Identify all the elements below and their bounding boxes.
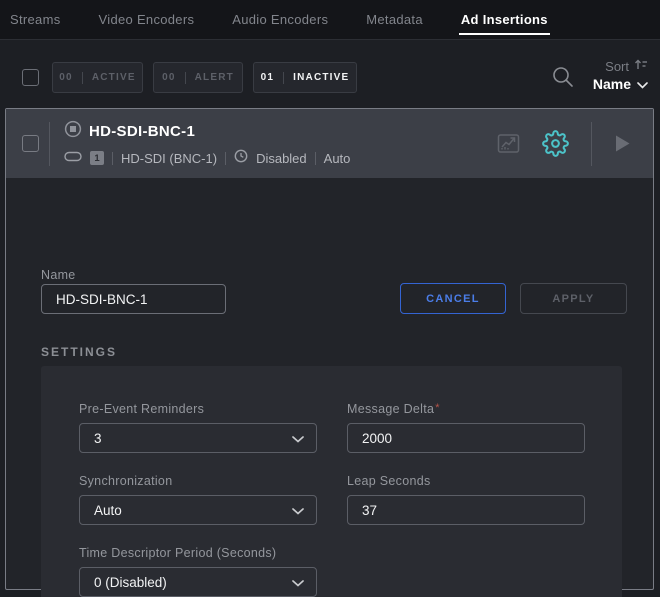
search-icon[interactable]: [550, 64, 576, 90]
statistics-chart-icon[interactable]: [497, 132, 520, 155]
card-identity: HD-SDI-BNC-1 1 HD-SDI (BNC-1): [64, 120, 350, 168]
meta-separator: [225, 152, 226, 165]
synchronization-select[interactable]: Auto: [79, 495, 317, 525]
field-synchronization: Synchronization Auto: [79, 474, 317, 525]
filter-separator: [82, 72, 83, 84]
chevron-down-icon: [292, 503, 304, 518]
select-all-checkbox[interactable]: [22, 69, 39, 86]
card-source: HD-SDI (BNC-1): [121, 151, 217, 166]
field-time-descriptor-period: Time Descriptor Period (Seconds) 0 (Disa…: [79, 546, 317, 597]
ad-insertion-card: HD-SDI-BNC-1 1 HD-SDI (BNC-1): [5, 108, 654, 590]
tab-ad-insertions[interactable]: Ad Insertions: [459, 0, 550, 39]
select-value: 0 (Disabled): [94, 575, 167, 590]
settings-panel: Pre-Event Reminders 3 Message Delta*: [41, 366, 622, 597]
apply-button[interactable]: APPLY: [520, 283, 627, 314]
play-icon[interactable]: [614, 134, 631, 153]
ad-insertions-page: Streams Video Encoders Audio Encoders Me…: [0, 0, 660, 597]
field-message-delta: Message Delta*: [347, 402, 585, 453]
tab-metadata[interactable]: Metadata: [364, 0, 425, 39]
field-label: Message Delta*: [347, 402, 585, 416]
meta-separator: [112, 152, 113, 165]
message-delta-input-wrap: [347, 423, 585, 453]
inactive-label: INACTIVE: [293, 72, 349, 83]
chevron-down-icon: [292, 431, 304, 446]
field-pre-event-reminders: Pre-Event Reminders 3: [79, 402, 317, 453]
select-value: 3: [94, 431, 102, 446]
inactive-count: 01: [261, 72, 275, 83]
tab-video-encoders[interactable]: Video Encoders: [97, 0, 197, 39]
leap-seconds-input-wrap: [347, 495, 585, 525]
sort-label: Sort: [605, 59, 629, 74]
sort-toggle[interactable]: Sort: [593, 58, 648, 74]
card-actions: [497, 109, 631, 178]
tab-streams[interactable]: Streams: [8, 0, 63, 39]
settings-gear-icon[interactable]: [542, 130, 569, 157]
field-label: Time Descriptor Period (Seconds): [79, 546, 317, 560]
schedule-status: Disabled: [256, 151, 307, 166]
connector-pill-icon: [64, 149, 82, 167]
card-header: HD-SDI-BNC-1 1 HD-SDI (BNC-1): [6, 109, 653, 178]
active-label: ACTIVE: [92, 72, 136, 83]
alert-label: ALERT: [195, 72, 234, 83]
filter-inactive-button[interactable]: 01 INACTIVE: [253, 62, 357, 93]
actions-divider: [591, 122, 592, 166]
required-marker: *: [435, 402, 440, 414]
channel-number-badge: 1: [90, 151, 104, 165]
grid-spacer: [347, 546, 585, 597]
top-tab-bar: Streams Video Encoders Audio Encoders Me…: [0, 0, 660, 40]
sort-field-dropdown[interactable]: Name: [593, 76, 648, 92]
chevron-down-icon: [292, 575, 304, 590]
chevron-down-icon: [637, 76, 648, 92]
card-select-checkbox[interactable]: [22, 135, 39, 152]
alert-count: 00: [162, 72, 176, 83]
time-descriptor-period-select[interactable]: 0 (Disabled): [79, 567, 317, 597]
card-mode: Auto: [324, 151, 351, 166]
sort-field-value: Name: [593, 76, 631, 92]
sort-ascending-icon: [634, 58, 648, 74]
tab-audio-encoders[interactable]: Audio Encoders: [230, 0, 330, 39]
message-delta-input[interactable]: [362, 431, 572, 446]
field-label: Pre-Event Reminders: [79, 402, 317, 416]
name-input[interactable]: [41, 284, 226, 314]
filter-active-button[interactable]: 00 ACTIVE: [52, 62, 143, 93]
select-value: Auto: [94, 503, 122, 518]
clock-icon: [234, 149, 248, 168]
filter-separator: [185, 72, 186, 84]
name-field-label: Name: [41, 268, 76, 282]
filter-separator: [283, 72, 284, 84]
meta-separator: [315, 152, 316, 165]
field-leap-seconds: Leap Seconds: [347, 474, 585, 525]
filter-alert-button[interactable]: 00 ALERT: [153, 62, 243, 93]
cancel-button[interactable]: CANCEL: [400, 283, 506, 314]
card-body: Name CANCEL APPLY SETTINGS Pre-Event Rem…: [6, 178, 653, 589]
leap-seconds-input[interactable]: [362, 503, 572, 518]
pre-event-reminders-select[interactable]: 3: [79, 423, 317, 453]
field-label: Leap Seconds: [347, 474, 585, 488]
active-count: 00: [59, 72, 73, 83]
stop-circle-icon: [64, 120, 82, 143]
settings-section-title: SETTINGS: [41, 345, 117, 359]
field-label: Synchronization: [79, 474, 317, 488]
card-title: HD-SDI-BNC-1: [89, 123, 195, 140]
header-divider: [49, 122, 50, 166]
sort-control: Sort Name: [593, 58, 648, 92]
